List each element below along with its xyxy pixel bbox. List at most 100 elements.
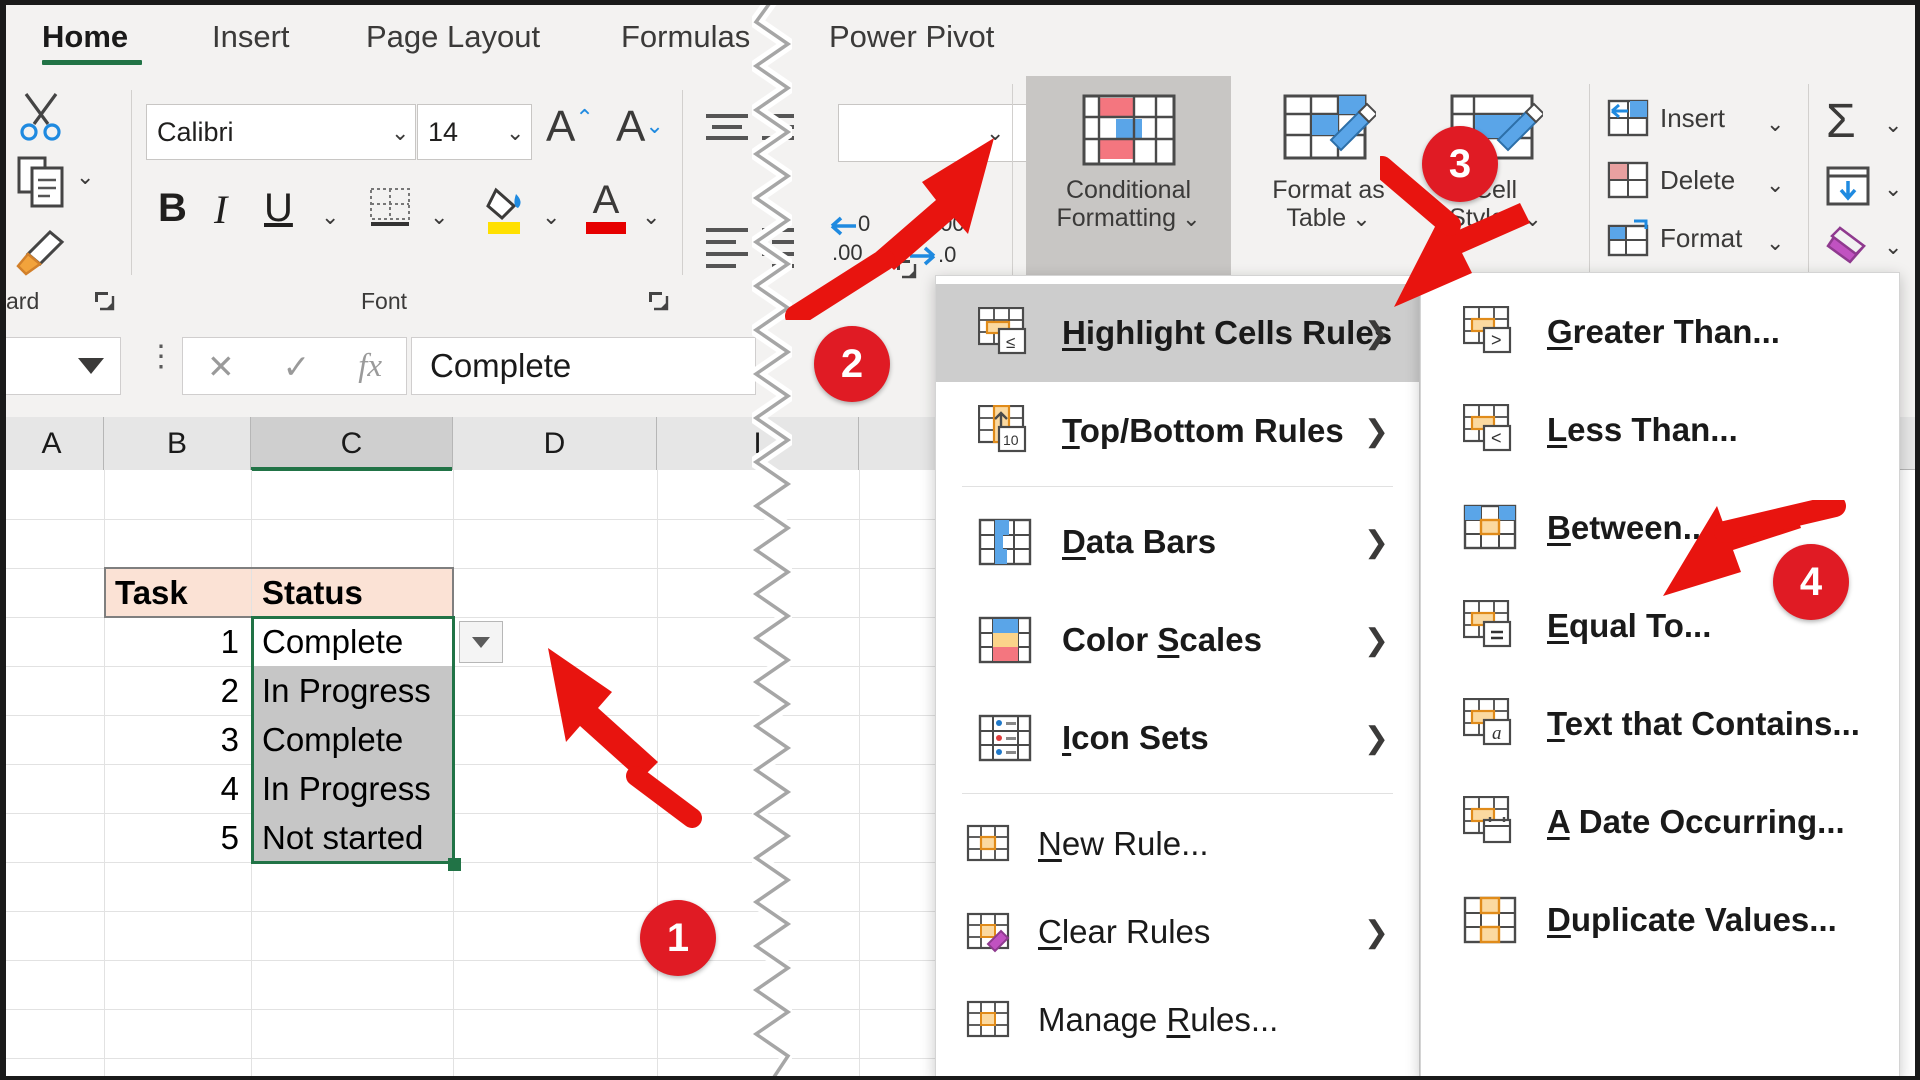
underline-button[interactable]: U bbox=[264, 186, 293, 231]
bold-button[interactable]: B bbox=[158, 186, 187, 231]
less-than-icon: < bbox=[1463, 404, 1521, 456]
conditional-formatting-icon bbox=[1082, 94, 1175, 166]
font-size-chevron-down-icon[interactable]: ⌄ bbox=[506, 120, 524, 146]
autosum-button[interactable]: Σ bbox=[1826, 98, 1856, 146]
format-cells-icon bbox=[1607, 219, 1649, 257]
menu-item-manage-rules[interactable]: Manage Rules... bbox=[936, 976, 1419, 1064]
formula-input[interactable]: Complete bbox=[411, 337, 756, 395]
number-format-chevron-down-icon[interactable]: ⌄ bbox=[986, 120, 1004, 146]
menu-item-color-scales[interactable]: Color Scales ❯ bbox=[936, 591, 1419, 689]
conditional-formatting-button[interactable]: Conditional Formatting ⌄ bbox=[1026, 76, 1231, 276]
fill-button[interactable] bbox=[1824, 164, 1872, 208]
font-name-chevron-down-icon[interactable]: ⌄ bbox=[391, 120, 409, 146]
font-dialog-launcher-icon[interactable] bbox=[646, 289, 670, 313]
chevron-right-icon: ❯ bbox=[1363, 915, 1389, 949]
decrease-decimal-button[interactable]: 0 .00 bbox=[826, 210, 898, 266]
column-header-a[interactable]: A bbox=[6, 417, 104, 470]
tab-power-pivot[interactable]: Power Pivot bbox=[829, 19, 994, 55]
submenu-item-label: Duplicate Values... bbox=[1547, 901, 1837, 938]
window-frame-bottom bbox=[0, 1076, 1920, 1080]
delete-cells-button[interactable]: Delete bbox=[1606, 160, 1735, 200]
submenu-item-less-than[interactable]: < Less Than... bbox=[1421, 381, 1899, 479]
fill-chevron-down-icon[interactable]: ⌄ bbox=[1884, 176, 1902, 202]
autosum-chevron-down-icon[interactable]: ⌄ bbox=[1884, 112, 1902, 138]
tab-page-layout[interactable]: Page Layout bbox=[366, 19, 540, 55]
format-painter-button[interactable] bbox=[12, 226, 70, 280]
format-chevron-down-icon[interactable]: ⌄ bbox=[1766, 230, 1784, 256]
tab-formulas[interactable]: Formulas bbox=[621, 19, 750, 55]
copy-chevron-down-icon[interactable]: ⌄ bbox=[76, 164, 94, 190]
name-box[interactable] bbox=[0, 337, 121, 395]
format-as-table-button[interactable]: Format as Table ⌄ bbox=[1241, 76, 1416, 276]
cut-button[interactable] bbox=[14, 88, 68, 142]
align-justify-button[interactable] bbox=[758, 224, 798, 272]
insert-cells-button[interactable]: Insert bbox=[1606, 98, 1725, 138]
formula-bar-more-options[interactable]: ⋮ bbox=[146, 342, 176, 371]
borders-button[interactable] bbox=[368, 186, 412, 230]
table-row[interactable]: 3 bbox=[105, 715, 251, 764]
shrink-font-button[interactable]: A⌄ bbox=[616, 102, 664, 152]
status-cell[interactable]: Not started bbox=[252, 813, 453, 862]
submenu-item-label: Equal To... bbox=[1547, 607, 1712, 644]
clear-chevron-down-icon[interactable]: ⌄ bbox=[1884, 234, 1902, 260]
tab-insert[interactable]: Insert bbox=[212, 19, 290, 55]
grid-line bbox=[6, 519, 1056, 520]
menu-item-new-rule[interactable]: New Rule... bbox=[936, 800, 1419, 888]
chevron-right-icon: ❯ bbox=[1363, 623, 1389, 657]
table-row[interactable]: 1 bbox=[105, 617, 251, 666]
clipboard-dialog-launcher-icon[interactable] bbox=[92, 289, 116, 313]
status-cell-active[interactable]: Complete bbox=[252, 617, 453, 666]
font-color-button[interactable]: A bbox=[586, 180, 626, 234]
excel-window: Home Insert Page Layout Formulas Power P… bbox=[0, 0, 1920, 1080]
delete-cells-icon bbox=[1607, 161, 1649, 199]
grow-font-button[interactable]: A⌃ bbox=[546, 102, 594, 152]
cancel-x-icon[interactable]: ✕ bbox=[207, 347, 235, 386]
insert-chevron-down-icon[interactable]: ⌄ bbox=[1766, 111, 1784, 137]
submenu-item-duplicate-values[interactable]: Duplicate Values... bbox=[1421, 871, 1899, 969]
table-row[interactable]: 2 bbox=[105, 666, 251, 715]
chevron-right-icon: ❯ bbox=[1363, 414, 1389, 448]
table-row[interactable]: 5 bbox=[105, 813, 251, 862]
align-left-button[interactable] bbox=[702, 224, 752, 272]
fill-color-button[interactable] bbox=[484, 182, 532, 234]
italic-button[interactable]: I bbox=[214, 186, 227, 233]
enter-check-icon[interactable]: ✓ bbox=[283, 347, 311, 386]
format-cells-button[interactable]: Format bbox=[1606, 218, 1742, 258]
table-header-status[interactable]: Status bbox=[252, 568, 453, 617]
font-color-chevron-down-icon[interactable]: ⌄ bbox=[642, 204, 660, 230]
column-header-c[interactable]: C bbox=[251, 417, 453, 471]
cell-styles-label-line2: Styles bbox=[1449, 204, 1518, 232]
delete-cells-label: Delete bbox=[1660, 164, 1736, 195]
submenu-item-text-that-contains[interactable]: a Text that Contains... bbox=[1421, 675, 1899, 773]
borders-chevron-down-icon[interactable]: ⌄ bbox=[430, 204, 448, 230]
clear-button[interactable] bbox=[1824, 224, 1872, 268]
selection-fill-handle[interactable] bbox=[448, 858, 461, 871]
menu-item-highlight-cells-rules[interactable]: ≤ Highlight Cells Rules ❯ bbox=[936, 284, 1419, 382]
status-cell[interactable]: In Progress bbox=[252, 764, 453, 813]
menu-item-icon-sets[interactable]: Icon Sets ❯ bbox=[936, 689, 1419, 787]
font-name-box[interactable]: Calibri bbox=[146, 104, 416, 160]
align-top-button[interactable] bbox=[702, 108, 752, 152]
fx-icon[interactable]: fx bbox=[358, 348, 382, 385]
status-cell[interactable]: In Progress bbox=[252, 666, 453, 715]
menu-item-clear-rules[interactable]: Clear Rules ❯ bbox=[936, 888, 1419, 976]
data-validation-dropdown-button[interactable] bbox=[459, 621, 503, 663]
copy-button[interactable] bbox=[14, 152, 72, 210]
number-dialog-launcher-icon[interactable] bbox=[894, 257, 918, 281]
menu-item-top-bottom-rules[interactable]: 10 Top/Bottom Rules ❯ bbox=[936, 382, 1419, 480]
column-header-d[interactable]: D bbox=[453, 417, 657, 470]
delete-chevron-down-icon[interactable]: ⌄ bbox=[1766, 172, 1784, 198]
fill-color-chevron-down-icon[interactable]: ⌄ bbox=[542, 204, 560, 230]
menu-item-data-bars[interactable]: Data Bars ❯ bbox=[936, 493, 1419, 591]
status-cell[interactable]: Complete bbox=[252, 715, 453, 764]
align-middle-button[interactable] bbox=[758, 108, 798, 152]
tab-home[interactable]: Home bbox=[42, 19, 128, 55]
submenu-item-greater-than[interactable]: > Greater Than... bbox=[1421, 283, 1899, 381]
submenu-item-a-date-occurring[interactable]: A Date Occurring... bbox=[1421, 773, 1899, 871]
font-size-value: 14 bbox=[428, 116, 459, 147]
underline-chevron-down-icon[interactable]: ⌄ bbox=[321, 204, 339, 230]
table-row[interactable]: 4 bbox=[105, 764, 251, 813]
table-header-task[interactable]: Task bbox=[105, 568, 251, 617]
column-header-b[interactable]: B bbox=[104, 417, 251, 470]
column-header-i[interactable]: I bbox=[657, 417, 859, 470]
